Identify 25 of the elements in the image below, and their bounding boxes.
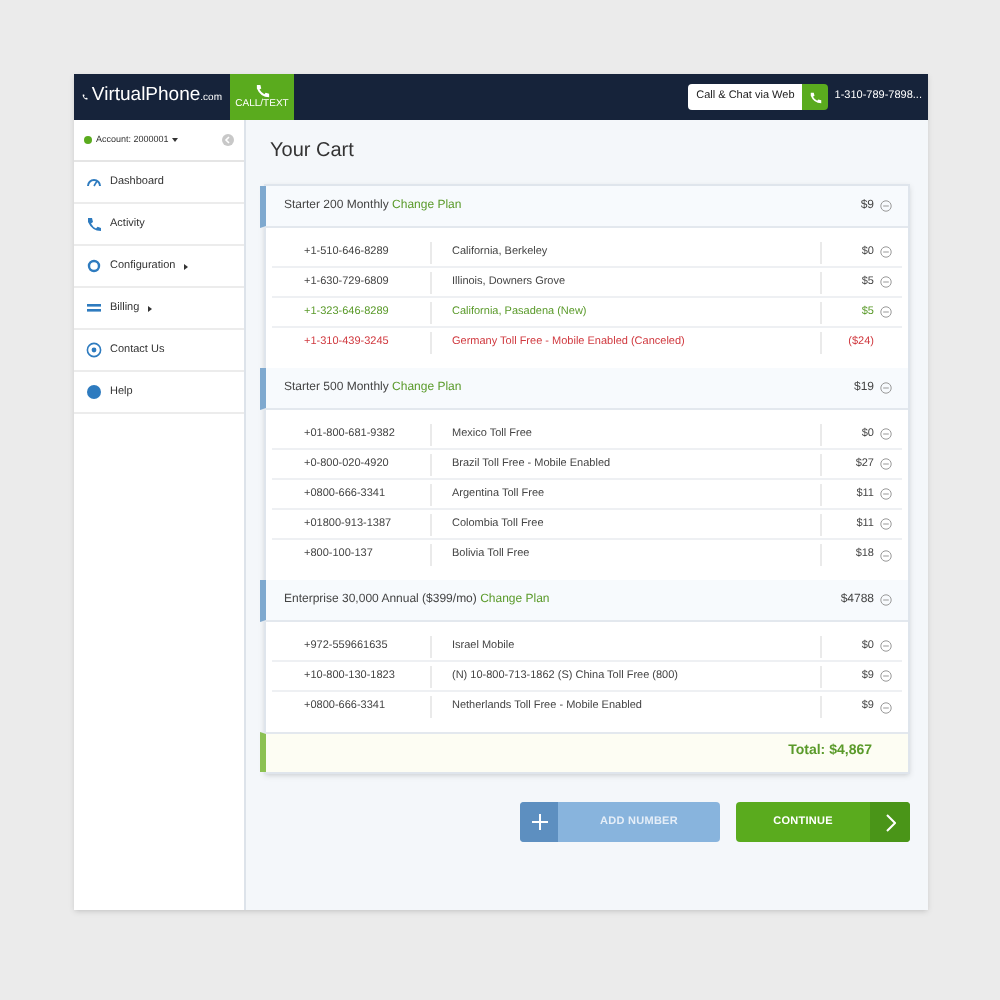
remove-icon[interactable]: [880, 306, 892, 318]
remove-icon[interactable]: [880, 518, 892, 530]
submenu-arrow-icon: [183, 263, 188, 269]
remove-icon[interactable]: [880, 594, 892, 606]
page-title: Your Cart: [268, 138, 356, 166]
submenu-arrow-icon: [147, 305, 152, 311]
phone-icon: [255, 84, 269, 98]
remove-icon[interactable]: [880, 701, 892, 713]
remove-icon[interactable]: [880, 382, 892, 394]
phone-icon: [86, 216, 102, 232]
remove-icon[interactable]: [880, 428, 892, 440]
plus-icon: [531, 814, 547, 830]
phone-icon: [809, 91, 822, 103]
dropdown-caret-icon[interactable]: [172, 138, 179, 142]
collapse-icon[interactable]: [222, 134, 234, 146]
remove-icon[interactable]: [880, 549, 892, 561]
remove-icon[interactable]: [880, 640, 892, 652]
gauge-icon: [86, 174, 102, 190]
remove-icon[interactable]: [880, 200, 892, 212]
remove-icon[interactable]: [880, 276, 892, 288]
chevron-right-icon: [885, 813, 895, 831]
remove-icon[interactable]: [880, 670, 892, 682]
remove-icon[interactable]: [880, 488, 892, 500]
remove-icon[interactable]: [880, 246, 892, 258]
remove-icon[interactable]: [880, 458, 892, 470]
